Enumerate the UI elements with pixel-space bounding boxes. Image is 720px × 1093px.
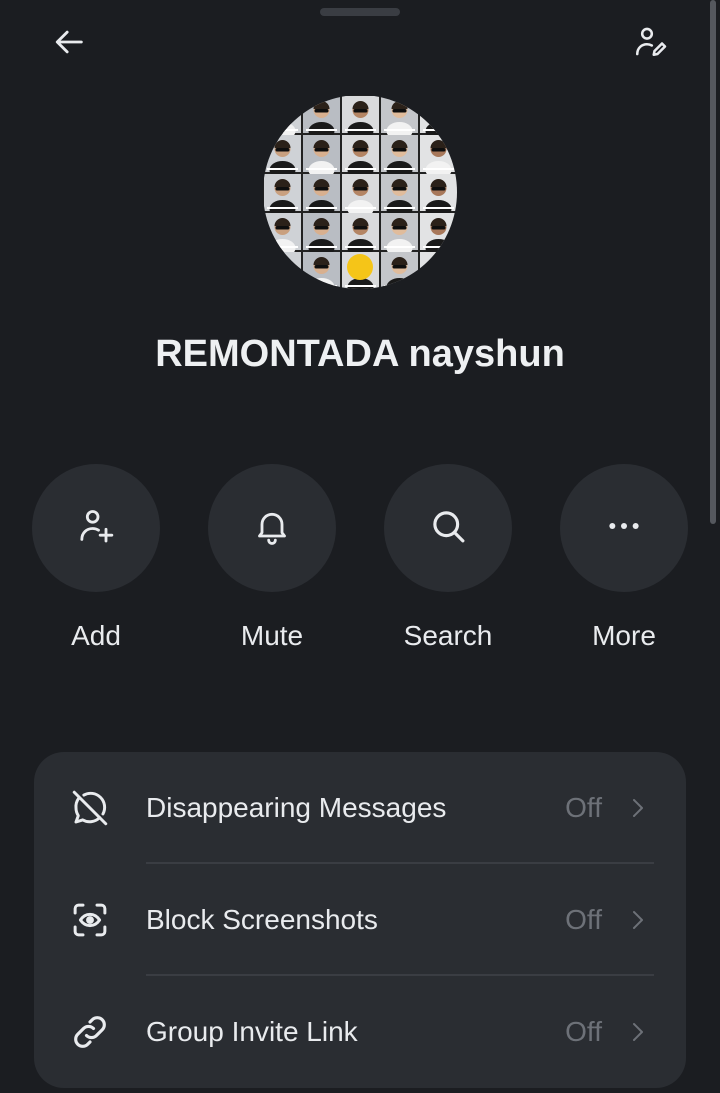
add-action: Add [31, 464, 161, 652]
arrow-left-icon [53, 25, 87, 64]
group-invite-link-value: Off [565, 1016, 602, 1047]
more-label: More [592, 620, 656, 651]
settings-card: Disappearing Messages Off Block Screensh… [34, 752, 686, 1088]
disappearing-messages-row[interactable]: Disappearing Messages Off [34, 752, 686, 864]
add-member-button[interactable] [32, 464, 160, 592]
group-name: REMONTADA nayshun [155, 333, 565, 375]
disappearing-messages-label: Disappearing Messages [146, 792, 447, 823]
search-button[interactable] [384, 464, 512, 592]
mute-label: Mute [240, 620, 304, 651]
screenshot-eye-icon [68, 898, 112, 942]
search-label: Search [403, 620, 493, 651]
chevron-right-icon [626, 1019, 650, 1045]
mute-button[interactable] [208, 464, 336, 592]
chevron-right-icon [626, 795, 650, 821]
block-screenshots-value: Off [565, 904, 602, 935]
person-plus-icon [76, 506, 116, 551]
group-invite-link-label: Group Invite Link [146, 1016, 358, 1047]
chevron-right-icon [626, 907, 650, 933]
action-bar: Add Mute Search More [0, 464, 720, 664]
timer-off-icon [68, 786, 112, 830]
block-screenshots-row[interactable]: Block Screenshots Off [34, 864, 686, 976]
add-label: Add [71, 620, 121, 651]
bell-icon [252, 506, 292, 551]
search-icon [427, 505, 469, 552]
scrollbar[interactable] [710, 0, 716, 524]
group-invite-link-row[interactable]: Group Invite Link Off [34, 976, 686, 1088]
avatar-collage-image [264, 96, 457, 289]
ellipsis-icon [604, 506, 644, 551]
sheet-drag-handle[interactable] [320, 8, 400, 16]
person-edit-icon [632, 24, 668, 65]
back-button[interactable] [42, 16, 98, 72]
group-avatar[interactable] [263, 95, 457, 289]
disappearing-messages-value: Off [565, 792, 602, 823]
more-action: More [559, 464, 689, 652]
search-action: Search [383, 464, 513, 652]
block-screenshots-label: Block Screenshots [146, 904, 378, 935]
edit-group-button[interactable] [622, 16, 678, 72]
more-button[interactable] [560, 464, 688, 592]
mute-action: Mute [207, 464, 337, 652]
link-icon [68, 1010, 112, 1054]
